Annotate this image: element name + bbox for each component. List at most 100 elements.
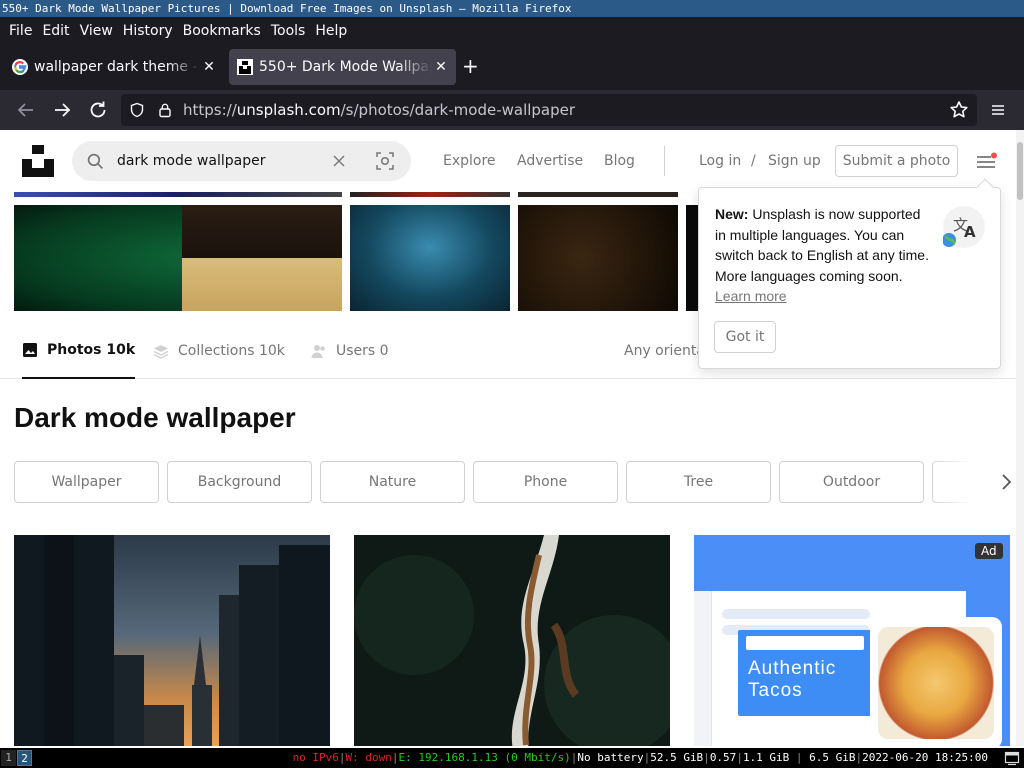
- unsplash-icon: [237, 59, 253, 75]
- translate-icon: 文 A: [942, 206, 985, 248]
- menu-file[interactable]: File: [9, 23, 32, 39]
- browser-tab-title: 550+ Dark Mode Wallpaper Pictures: [259, 59, 432, 75]
- url-text[interactable]: https://unsplash.com/s/photos/dark-mode-…: [183, 94, 575, 126]
- city-skyline-image: [14, 535, 330, 746]
- ad-headline-line2: Tacos: [748, 680, 803, 701]
- battery-status: No battery: [577, 751, 644, 764]
- shield-icon[interactable]: [129, 102, 145, 118]
- visual-search-icon[interactable]: [376, 152, 394, 170]
- menu-bookmarks[interactable]: Bookmarks: [183, 23, 261, 39]
- nav-blog[interactable]: Blog: [604, 130, 635, 192]
- chip-background[interactable]: Background: [167, 461, 312, 503]
- got-it-button[interactable]: Got it: [714, 321, 776, 353]
- related-thumbnail[interactable]: [518, 205, 678, 311]
- ad-app-sidebar: [694, 591, 712, 746]
- tab-collections-label: Collections 10k: [178, 343, 285, 359]
- submit-photo-button[interactable]: Submit a photo: [835, 145, 958, 177]
- learn-more-link[interactable]: Learn more: [715, 288, 787, 304]
- reload-icon[interactable]: [86, 98, 110, 122]
- ad-text-line: [722, 609, 870, 619]
- ad-tacos[interactable]: Authentic Tacos Ad: [694, 535, 1010, 746]
- chip-phone[interactable]: Phone: [473, 461, 618, 503]
- page-scrollbar[interactable]: [1016, 130, 1024, 746]
- related-thumbnail[interactable]: [350, 205, 510, 311]
- menu-icon[interactable]: [976, 152, 998, 170]
- language-popover: New: Unsplash is now supported in multip…: [698, 178, 1001, 369]
- scrollbar-thumb[interactable]: [1017, 142, 1023, 200]
- popover-body-text: Unsplash is now supported in multiple la…: [715, 206, 929, 284]
- chip-nature[interactable]: Nature: [320, 461, 465, 503]
- tab-photos[interactable]: Photos 10k: [22, 323, 136, 379]
- back-icon[interactable]: [14, 98, 38, 122]
- browser-tab-google[interactable]: wallpaper dark theme - Google Search ✕: [4, 49, 224, 85]
- tacos-image: [878, 627, 994, 739]
- login-link[interactable]: Log in: [699, 130, 741, 192]
- photo-city[interactable]: [14, 535, 330, 746]
- login-signup-separator: /: [751, 153, 756, 169]
- lock-icon[interactable]: [157, 102, 173, 118]
- thumbnail-strip: [350, 192, 510, 197]
- clock: 2022-06-20 18:25:00: [862, 751, 988, 764]
- nav-advertise[interactable]: Advertise: [517, 130, 583, 192]
- status-info: no IPv6|W: down|E: 192.168.1.13 (0 Mbit/…: [292, 751, 988, 764]
- tray-window-icon[interactable]: [1004, 750, 1020, 766]
- close-icon[interactable]: ✕: [200, 59, 218, 75]
- menu-tools[interactable]: Tools: [271, 23, 306, 39]
- menu-help[interactable]: Help: [315, 23, 347, 39]
- memory-status: 1.1 GiB: [742, 751, 790, 764]
- unsplash-logo[interactable]: [22, 145, 54, 177]
- bookmark-star-icon[interactable]: [947, 98, 971, 122]
- search-icon[interactable]: [87, 153, 104, 170]
- swap-status: 6.5 GiB: [809, 751, 856, 764]
- menu-bar: File Edit View History Bookmarks Tools H…: [0, 17, 1024, 44]
- orientation-filter[interactable]: Any orienta: [624, 323, 705, 379]
- disk-status: 52.5 GiB: [650, 751, 704, 764]
- web-page: dark mode wallpaper Explore Advertise Bl…: [0, 130, 1024, 746]
- popover-message: New: Unsplash is now supported in multip…: [715, 204, 930, 307]
- tab-collections[interactable]: Collections 10k: [153, 323, 285, 379]
- app-menu-icon[interactable]: [986, 98, 1010, 122]
- ad-badge: Ad: [975, 543, 1003, 559]
- system-status-bar: 1 2 no IPv6|W: down|E: 192.168.1.13 (0 M…: [0, 748, 1024, 768]
- related-thumbnail[interactable]: [686, 205, 698, 311]
- clear-search-icon[interactable]: [333, 155, 345, 167]
- tab-users[interactable]: Users 0: [311, 323, 389, 379]
- search-bar[interactable]: dark mode wallpaper: [72, 141, 411, 181]
- url-bar[interactable]: https://unsplash.com/s/photos/dark-mode-…: [121, 94, 977, 126]
- load-status: 0.57: [709, 751, 737, 764]
- browser-tab-title: wallpaper dark theme - Google Search: [34, 59, 200, 75]
- nav-explore[interactable]: Explore: [443, 130, 496, 192]
- popover-bold-text: New:: [715, 206, 749, 222]
- chip-wallpaper[interactable]: Wallpaper: [14, 461, 159, 503]
- close-icon[interactable]: ✕: [432, 59, 450, 75]
- users-icon: [311, 345, 325, 358]
- thumbnail-strip: [14, 192, 342, 197]
- chip-outdoor[interactable]: Outdoor: [779, 461, 924, 503]
- photo-aerial-river[interactable]: [354, 535, 670, 746]
- photo-icon: [23, 343, 37, 357]
- search-input[interactable]: dark mode wallpaper: [117, 141, 265, 181]
- signup-link[interactable]: Sign up: [768, 130, 821, 192]
- workspace-2[interactable]: 2: [17, 750, 32, 766]
- collections-icon: [153, 345, 169, 359]
- thumbnail-strip: [518, 192, 678, 197]
- ad-food-card: [870, 617, 1002, 746]
- orientation-filter-label: Any orienta: [624, 343, 705, 359]
- menu-view[interactable]: View: [80, 23, 113, 39]
- google-icon: [12, 59, 28, 75]
- tab-strip: wallpaper dark theme - Google Search ✕ 5…: [0, 44, 1024, 90]
- chip-tree[interactable]: Tree: [626, 461, 771, 503]
- menu-edit[interactable]: Edit: [42, 23, 69, 39]
- chevron-right-icon[interactable]: [996, 470, 1016, 494]
- related-thumbnail[interactable]: [182, 205, 342, 311]
- browser-tab-unsplash[interactable]: 550+ Dark Mode Wallpaper Pictures ✕: [229, 49, 456, 85]
- navigation-bar: https://unsplash.com/s/photos/dark-mode-…: [0, 90, 1024, 130]
- forward-icon[interactable]: [50, 98, 74, 122]
- workspace-1[interactable]: 1: [1, 750, 16, 766]
- header-divider: [664, 146, 665, 176]
- ad-toolbar: [746, 636, 864, 650]
- url-path: /s/photos/dark-mode-wallpaper: [340, 101, 576, 119]
- menu-history[interactable]: History: [123, 23, 173, 39]
- ethernet-status: E: 192.168.1.13 (0 Mbit/s): [398, 751, 571, 764]
- new-tab-button[interactable]: +: [462, 56, 479, 76]
